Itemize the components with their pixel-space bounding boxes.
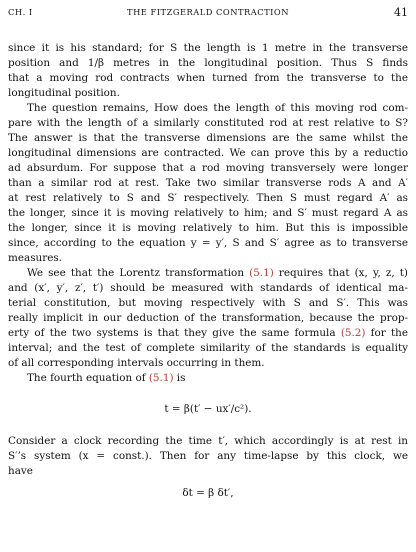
text-line: ad absurdum. For suppose that a rod movi… [8, 162, 408, 174]
page-number: 41 [394, 6, 408, 19]
equation-reference[interactable]: (5.1) [249, 267, 274, 279]
text-line: the longer, since it is moving relativel… [8, 207, 408, 219]
text-line: The answer is that the transverse dimens… [8, 132, 408, 144]
text-line: erty of the two systems is that they giv… [8, 327, 408, 339]
text-line: terial constitution, but moving respecti… [8, 297, 408, 309]
text-line: at rest relatively to S and S′ respectiv… [8, 192, 408, 204]
text-line: longitudinal position. [8, 87, 120, 99]
text-line: and (x′, y′, z′, t′) should be measured … [8, 282, 408, 294]
text-line: pare with the length of a similarly cons… [8, 117, 408, 129]
running-head: CH. I THE FITZGERALD CONTRACTION 41 [8, 6, 408, 20]
text-line: The fourth equation of (5.1) is [27, 372, 186, 384]
text-line: The question remains, How does the lengt… [27, 102, 408, 114]
running-title: THE FITZGERALD CONTRACTION [127, 7, 289, 17]
text-line: longitudinal dimensions are contracted. … [8, 147, 408, 159]
text-line: S′’s system (x = const.). Then for any t… [8, 450, 408, 462]
text-line: interval; and the test of complete simil… [8, 342, 408, 354]
display-equation: t = β(t′ − ux′/c²). [164, 403, 252, 415]
text-line: We see that the Lorentz transformation (… [27, 267, 408, 279]
text-line: measures. [8, 252, 62, 264]
text-line: Consider a clock recording the time t′, … [8, 435, 408, 447]
text-line: that a moving rod contracts when turned … [8, 72, 408, 84]
text-line: than a similar rod at rest. Take two sim… [8, 177, 408, 189]
text-line: since, according to the equation y = y′,… [8, 237, 408, 249]
text-line: really implicit in our deduction of the … [8, 312, 408, 324]
equation-reference[interactable]: (5.1) [149, 372, 174, 384]
text-line: since it is his standard; for S the leng… [8, 42, 408, 54]
text-line: the longer, since it is moving relativel… [8, 222, 408, 234]
text-line: have [8, 465, 33, 477]
book-page: CH. I THE FITZGERALD CONTRACTION 41 sinc… [8, 0, 408, 552]
display-equation: δt = β δt′, [182, 487, 234, 499]
text-line: of all corresponding intervals occurring… [8, 357, 265, 369]
equation-reference[interactable]: (5.2) [341, 327, 366, 339]
text-line: position and 1/β metres in the longitudi… [8, 57, 408, 69]
